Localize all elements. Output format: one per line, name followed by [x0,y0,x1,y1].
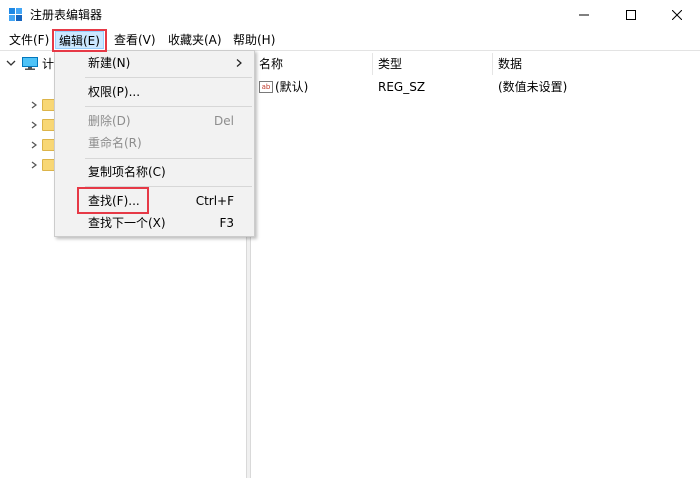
menu-item-permissions[interactable]: 权限(P)... [55,81,254,103]
title-bar: 注册表编辑器 [0,0,700,30]
chevron-right-icon[interactable] [30,161,38,169]
menu-bar: 文件(F) 编辑(E) 查看(V) 收藏夹(A) 帮助(H) [0,30,700,50]
maximize-icon [626,10,636,20]
value-type[interactable]: REG_SZ [378,77,425,97]
chevron-down-icon[interactable] [6,58,16,68]
maximize-button[interactable] [608,0,654,30]
menu-view[interactable]: 查看(V) [111,31,159,49]
menu-item-label: 查找下一个(X) [88,216,166,230]
close-icon [672,10,682,20]
menu-item-label: 复制项名称(C) [88,165,166,179]
menu-help[interactable]: 帮助(H) [230,31,278,49]
registry-editor-icon [9,8,22,21]
chevron-right-icon[interactable] [30,121,38,129]
minimize-icon [579,14,589,16]
menu-item-label: 新建(N) [88,56,131,70]
computer-icon [22,56,38,70]
menu-item-find-next[interactable]: 查找下一个(X) F3 [55,212,254,234]
submenu-arrow-icon [236,59,242,67]
menu-item-delete: 删除(D) Del [55,110,254,132]
value-data[interactable]: (数值未设置) [498,77,567,97]
menu-separator [85,106,252,107]
column-header-data[interactable]: 数据 [498,53,522,75]
tree-root[interactable]: 计 [6,55,54,71]
menu-edit[interactable]: 编辑(E) [55,31,104,49]
string-value-icon: ab [259,81,273,93]
menu-item-label: 权限(P)... [88,85,141,99]
edit-menu-dropdown: 新建(N) 权限(P)... 删除(D) Del 重命名(R) 复制项名称(C)… [54,50,255,237]
menu-separator [85,186,252,187]
menu-file[interactable]: 文件(F) [6,31,52,49]
menu-item-label: 重命名(R) [88,136,142,150]
window-title: 注册表编辑器 [30,8,103,22]
menu-item-label: 查找(F)... [88,194,140,208]
menu-item-copy-key-name[interactable]: 复制项名称(C) [55,161,254,183]
menu-item-find[interactable]: 查找(F)... Ctrl+F [55,190,254,212]
value-name[interactable]: (默认) [275,77,308,97]
close-button[interactable] [654,0,700,30]
menu-item-shortcut: Del [214,114,234,128]
menu-item-new[interactable]: 新建(N) [55,52,254,74]
values-list[interactable]: 名称 类型 数据 ab (默认) REG_SZ (数值未设置) [251,51,700,478]
column-header-name[interactable]: 名称 [259,53,283,75]
menu-separator [85,158,252,159]
chevron-right-icon[interactable] [30,101,38,109]
menu-item-shortcut: F3 [219,216,234,230]
menu-item-rename: 重命名(R) [55,132,254,154]
menu-item-label: 删除(D) [88,114,131,128]
menu-separator [85,77,252,78]
minimize-button[interactable] [561,0,607,30]
menu-favorites[interactable]: 收藏夹(A) [165,31,225,49]
column-header-type[interactable]: 类型 [378,53,402,75]
menu-item-shortcut: Ctrl+F [195,194,234,208]
column-divider[interactable] [492,53,493,75]
chevron-right-icon[interactable] [30,141,38,149]
tree-root-label: 计 [42,56,55,71]
column-divider[interactable] [372,53,373,75]
